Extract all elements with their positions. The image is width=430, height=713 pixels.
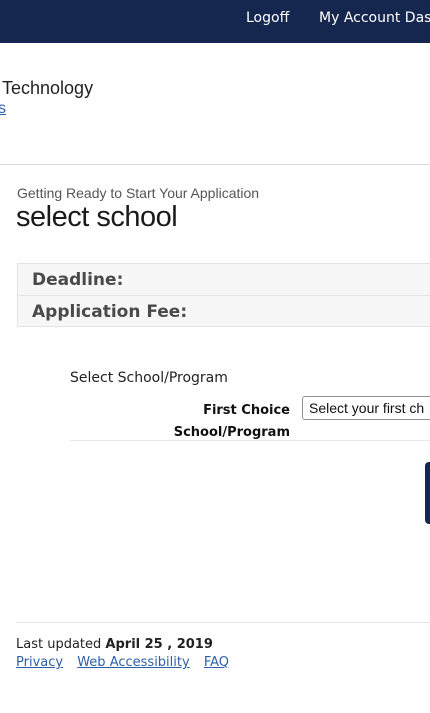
- continue-button[interactable]: [425, 462, 430, 524]
- first-choice-select[interactable]: Select your first ch: [302, 396, 430, 420]
- form-divider: [70, 440, 430, 441]
- select-school-section-label: Select School/Program: [70, 370, 228, 386]
- footer-divider: [16, 622, 430, 623]
- last-updated-date: April 25 , 2019: [105, 637, 213, 652]
- deadline-row: Deadline:: [18, 264, 430, 296]
- application-fee-row: Application Fee:: [18, 296, 430, 328]
- site-header: Technology s: [0, 43, 430, 165]
- web-accessibility-link[interactable]: Web Accessibility: [77, 655, 189, 670]
- logoff-link[interactable]: Logoff: [246, 10, 289, 26]
- last-updated-prefix: Last updated: [16, 637, 102, 652]
- first-choice-label-line1: First Choice: [203, 403, 290, 418]
- page-title: select school: [16, 201, 178, 233]
- deadline-label: Deadline:: [32, 270, 124, 290]
- faq-link[interactable]: FAQ: [204, 655, 229, 670]
- organization-name: Technology: [2, 78, 94, 98]
- first-choice-label: First Choice School/Program: [120, 400, 290, 444]
- last-updated: Last updated April 25 , 2019: [16, 637, 213, 652]
- my-account-dashboard-link[interactable]: My Account Das: [319, 10, 430, 26]
- privacy-link[interactable]: Privacy: [16, 655, 63, 670]
- top-navigation-bar: Logoff My Account Das: [0, 0, 430, 43]
- application-fee-label: Application Fee:: [32, 302, 188, 322]
- program-info-box: Deadline: Application Fee:: [17, 263, 430, 327]
- header-sub-link[interactable]: s: [0, 100, 6, 118]
- page-subtitle: Getting Ready to Start Your Application: [17, 185, 260, 201]
- footer-links: Privacy Web Accessibility FAQ: [16, 655, 239, 670]
